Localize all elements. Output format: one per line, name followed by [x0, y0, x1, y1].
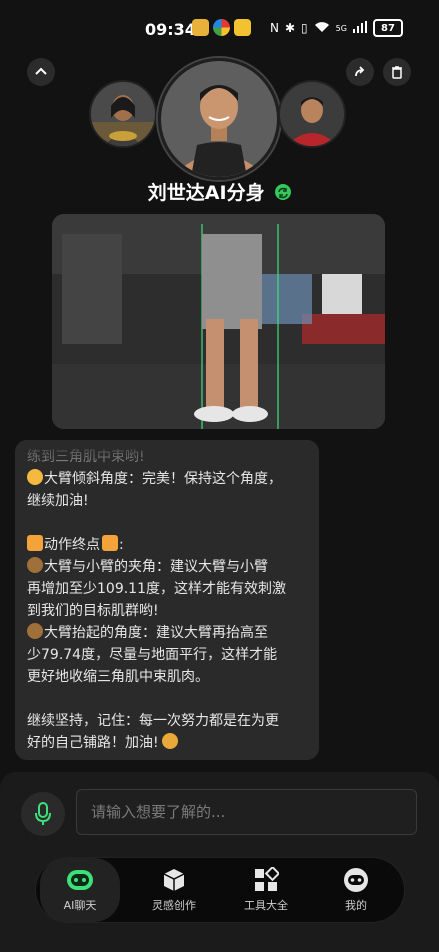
exercise-video[interactable]: [52, 214, 385, 429]
collapse-button[interactable]: [27, 58, 55, 86]
app-notification-icon: [234, 19, 251, 36]
system-icons: N ✱ ▯ 5G 87: [270, 19, 403, 37]
tab-label: 灵感创作: [152, 899, 196, 912]
message-line: 动作终点:: [27, 534, 317, 556]
message-line: 大臂与小臂的夹角：建议大臂与小臂: [27, 556, 317, 578]
bottom-tab-bar: AI聊天 灵感创作 工具大全 我的: [36, 858, 404, 922]
battery-icon: 87: [372, 19, 403, 37]
tab-ai-chat[interactable]: AI聊天: [40, 858, 120, 922]
chevron-up-icon: [35, 67, 47, 75]
tab-label: 工具大全: [244, 899, 288, 912]
sync-icon[interactable]: [275, 183, 292, 200]
trash-icon: [392, 66, 402, 79]
chat-message-bubble: 练到三角肌中束哟! 大臂倾斜角度：完美！保持这个角度， 继续加油! 动作终点: …: [15, 440, 319, 760]
avatar-left[interactable]: [89, 80, 157, 148]
profile-name: 刘世达AI分身: [147, 182, 265, 204]
vibrate-icon: ▯: [301, 21, 308, 35]
monkey-emoji-icon: [27, 557, 43, 573]
app-notification-icon: [192, 19, 209, 36]
share-button[interactable]: [346, 58, 374, 86]
message-line: 少79.74度，尽量与地面平行，这样才能: [27, 647, 278, 663]
message-line: 到我们的目标肌群哟!: [27, 603, 159, 619]
microphone-icon: [35, 802, 51, 825]
monkey-emoji-icon: [27, 623, 43, 639]
square-icon: [102, 535, 118, 551]
scroll-fade: [15, 440, 319, 464]
robot-face-icon: [67, 870, 93, 890]
cube-icon: [163, 869, 185, 891]
tab-label: AI聊天: [63, 899, 97, 912]
message-line: 更好地收缩三角肌中束肌肉。: [27, 669, 209, 685]
profile-face-icon: [344, 868, 368, 892]
message-line: 继续坚持，记住：每一次努力都是在为更: [27, 713, 279, 729]
bluetooth-icon: ✱: [284, 21, 296, 35]
message-input[interactable]: [76, 789, 417, 835]
delete-button[interactable]: [383, 58, 411, 86]
message-line: 大臂倾斜角度：完美！保持这个角度，: [27, 468, 317, 490]
message-line: 大臂抬起的角度：建议大臂再抬高至: [27, 622, 317, 644]
status-time: 09:34: [145, 20, 196, 39]
share-icon: [355, 66, 365, 77]
notification-icons: [192, 19, 251, 36]
avatar-right[interactable]: [278, 80, 346, 148]
tab-label: 我的: [345, 899, 367, 912]
square-icon: [27, 535, 43, 551]
message-line: 再增加至少109.11度，这样才能有效刺激: [27, 581, 286, 597]
network-type: 5G: [335, 23, 347, 33]
message-line: [27, 688, 317, 710]
emoji-icon: [27, 469, 43, 485]
message-line: 继续加油!: [27, 493, 89, 509]
voice-input-button[interactable]: [21, 792, 65, 836]
nfc-icon: N: [270, 21, 279, 35]
grid-tools-icon: [255, 867, 279, 891]
tab-tools[interactable]: 工具大全: [226, 858, 306, 922]
app-notification-icon: [213, 19, 230, 36]
tab-profile[interactable]: 我的: [316, 858, 396, 922]
flexed-biceps-icon: [161, 733, 178, 749]
message-line: 好的自己铺路！加油!: [27, 732, 317, 754]
tab-inspiration[interactable]: 灵感创作: [134, 858, 214, 922]
wifi-icon: [314, 21, 330, 36]
status-bar: 09:34 N ✱ ▯ 5G 87: [0, 0, 439, 58]
message-line: [27, 512, 317, 534]
signal-icon: [352, 20, 367, 36]
message-text: 练到三角肌中束哟! 大臂倾斜角度：完美！保持这个角度， 继续加油! 动作终点: …: [27, 446, 317, 754]
avatar-main[interactable]: [158, 58, 280, 180]
profile-name-row: 刘世达AI分身: [0, 178, 439, 205]
